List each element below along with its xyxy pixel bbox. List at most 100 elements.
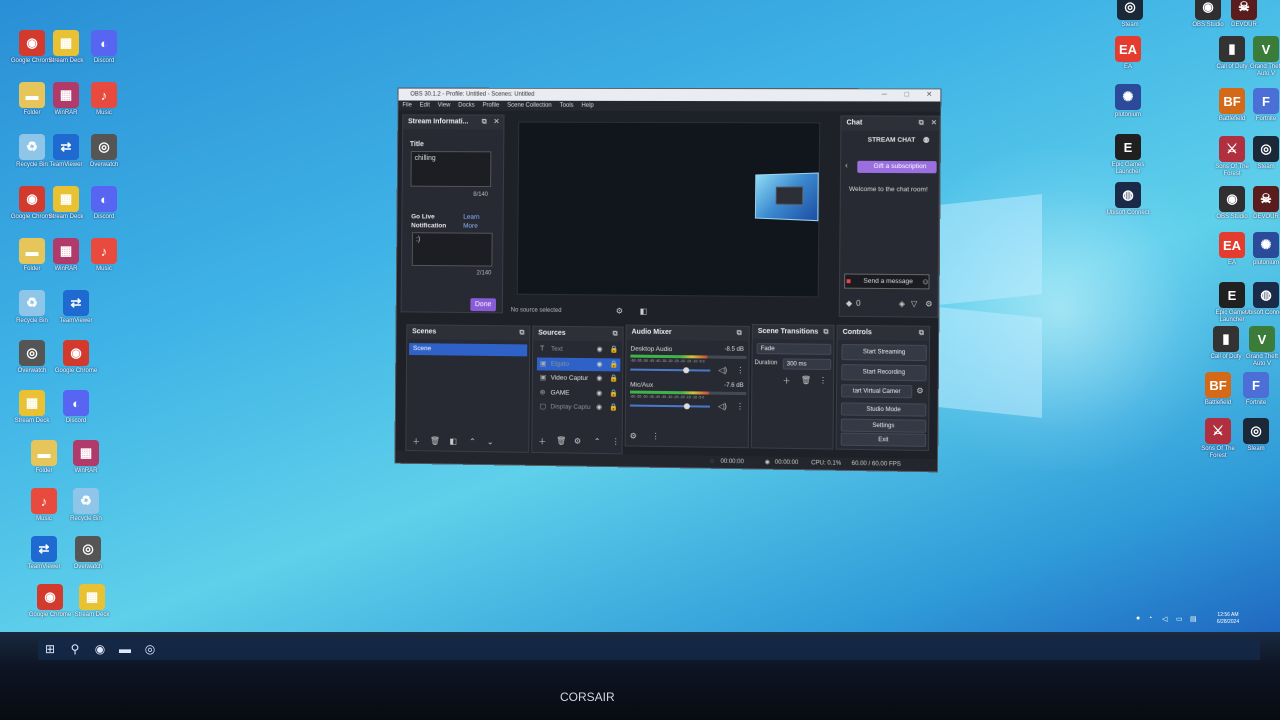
control-button-tart-virtual-camer[interactable]: tart Virtual Camer — [841, 384, 913, 399]
chat-settings-gear-icon[interactable]: ⚙ — [925, 299, 932, 308]
mic-icon[interactable]: ● — [1136, 615, 1140, 622]
wifi-icon[interactable]: ◔ — [1148, 615, 1152, 622]
desktop-icon[interactable]: ♻ Recycle Bin — [10, 290, 54, 325]
source-filters-icon[interactable]: ◧ — [640, 307, 648, 316]
control-button-studio-mode[interactable]: Studio Mode — [840, 402, 927, 417]
close-icon[interactable]: ✕ — [920, 89, 938, 101]
source-item[interactable]: ⊛ GAME ◉ 🔒 — [537, 386, 620, 400]
volume-slider[interactable] — [630, 368, 711, 372]
transition-menu-icon[interactable]: ⋮ — [819, 376, 827, 385]
eye-icon[interactable]: ◉ — [596, 372, 602, 385]
menu-profile[interactable]: Profile — [482, 103, 499, 109]
clock[interactable]: 12:56 AM 6/28/2024 — [1208, 612, 1248, 626]
bits-icon[interactable]: ◆ — [846, 299, 852, 308]
add-transition-icon[interactable]: ＋ — [783, 375, 791, 386]
desktop-icon[interactable]: ◐ Discord — [82, 30, 126, 65]
golive-notification-input[interactable]: :) — [411, 232, 493, 267]
undock-icon[interactable]: ⧉ — [823, 326, 828, 340]
virtual-camera-gear-icon[interactable]: ⚙ — [916, 386, 923, 395]
remove-scene-icon[interactable]: 🗑 — [430, 436, 440, 445]
desktop-icon[interactable]: ✺ plutonium — [1244, 232, 1280, 267]
desktop-icon[interactable]: ◎ Steam — [1234, 418, 1278, 453]
desktop-icon[interactable]: ♪ Music — [22, 488, 66, 523]
eye-icon[interactable]: ◉ — [597, 343, 603, 356]
desktop-icon[interactable]: ⇄ TeamViewer — [22, 536, 66, 571]
add-scene-icon[interactable]: ＋ — [412, 436, 420, 447]
scene-filters-icon[interactable]: ◧ — [449, 437, 457, 446]
program-preview[interactable] — [516, 121, 821, 298]
desktop-icon[interactable]: ◎ Steam — [1244, 136, 1280, 171]
desktop-icon[interactable]: ◐ Discord — [82, 186, 126, 221]
lock-icon[interactable]: 🔒 — [609, 358, 618, 371]
menu-tools[interactable]: Tools — [560, 103, 574, 109]
desktop-icon[interactable]: ◍ Ubisoft Connect — [1244, 282, 1280, 317]
transition-select[interactable]: Fade — [756, 343, 832, 355]
channel-menu-icon[interactable]: ⋮ — [736, 366, 744, 375]
move-up-icon[interactable]: ⌃ — [469, 437, 476, 446]
done-button[interactable]: Done — [470, 298, 497, 312]
menu-file[interactable]: File — [402, 102, 412, 108]
speaker-icon[interactable]: ◁) — [718, 402, 727, 411]
lock-icon[interactable]: 🔒 — [609, 387, 618, 400]
emote-icon[interactable]: ☺ — [921, 277, 929, 286]
menu-docks[interactable]: Docks — [458, 103, 474, 109]
desktop-icon[interactable]: ◎ Overwatch — [66, 536, 110, 571]
source-item[interactable]: T Text ◉ 🔒 — [537, 343, 620, 357]
chat-message-input[interactable]: Send a message — [844, 273, 930, 290]
chrome-icon[interactable]: ◉ — [92, 641, 108, 657]
desktop-icon[interactable]: ☠ DEVOUR — [1244, 186, 1280, 221]
desktop-icon[interactable]: ⇄ TeamViewer — [54, 290, 98, 325]
desktop-icon[interactable]: ✺ plutonium — [1106, 84, 1150, 119]
duration-input[interactable]: 300 ms — [782, 358, 832, 371]
lock-icon[interactable]: 🔒 — [609, 372, 618, 385]
source-settings-gear-icon[interactable]: ⚙ — [574, 437, 581, 446]
lock-icon[interactable]: 🔒 — [609, 401, 618, 414]
language-icon[interactable]: ▤ — [1190, 615, 1197, 623]
control-button-exit[interactable]: Exit — [840, 432, 927, 447]
source-item[interactable]: ▣ Elgato ◉ 🔒 — [536, 356, 621, 371]
desktop-icon[interactable]: ◎ Steam — [1108, 0, 1152, 29]
eye-icon[interactable]: ◉ — [596, 401, 602, 414]
undock-icon[interactable]: ⧉ — [919, 327, 924, 341]
volume-slider-knob[interactable] — [683, 367, 690, 374]
desktop-icon[interactable]: ◎ Overwatch — [82, 134, 126, 169]
control-button-settings[interactable]: Settings — [840, 418, 927, 433]
lock-icon[interactable]: 🔒 — [609, 343, 618, 356]
minimize-icon[interactable]: ─ — [875, 89, 893, 101]
desktop-icon[interactable]: ◍ Ubisoft Connect — [1106, 182, 1150, 217]
source-item[interactable]: ▢ Display Captu ◉ 🔒 — [537, 400, 620, 414]
desktop-icon[interactable]: ▦ Stream Deck — [10, 390, 54, 425]
desktop-icon[interactable]: F Fortnite — [1244, 88, 1280, 123]
desktop-icon[interactable]: ♪ Music — [82, 82, 126, 117]
desktop-icon[interactable]: ◎ Overwatch — [10, 340, 54, 375]
eye-icon[interactable]: ◉ — [596, 387, 602, 400]
close-dock-icon[interactable]: ✕ — [494, 116, 500, 130]
maximize-icon[interactable]: □ — [897, 89, 915, 101]
chat-back-chevron-icon[interactable]: ‹ — [845, 161, 848, 170]
filter-icon[interactable]: ▽ — [911, 299, 917, 308]
move-down-icon[interactable]: ⌄ — [487, 437, 494, 446]
desktop-icon[interactable]: ☠ DEVOUR — [1222, 0, 1266, 29]
desktop-icon[interactable]: ▦ Stream Deck — [70, 584, 114, 619]
control-button-start-streaming[interactable]: Start Streaming — [841, 343, 927, 362]
volume-slider[interactable] — [629, 404, 710, 408]
desktop-icon[interactable]: ◐ Discord — [54, 390, 98, 425]
undock-icon[interactable]: ⧉ — [737, 327, 742, 341]
remove-source-icon[interactable]: 🗑 — [556, 436, 566, 445]
volume-slider-knob[interactable] — [683, 403, 690, 410]
obs-icon[interactable]: ◎ — [142, 641, 158, 657]
mixer-menu-icon[interactable]: ⋮ — [652, 432, 660, 441]
menu-scene-collection[interactable]: Scene Collection — [507, 103, 552, 109]
search-icon[interactable]: ⚲ — [67, 641, 83, 657]
shield-icon[interactable]: ◈ — [899, 299, 905, 308]
desktop-icon[interactable]: E Epic Games Launcher — [1106, 134, 1150, 176]
channel-menu-icon[interactable]: ⋮ — [736, 402, 744, 411]
desktop-icon[interactable]: V Grand Theft Auto V — [1244, 36, 1280, 78]
control-button-start-recording[interactable]: Start Recording — [841, 364, 927, 382]
eye-icon[interactable]: ◉ — [596, 358, 602, 371]
stream-title-input[interactable]: chilling — [410, 151, 492, 188]
menu-view[interactable]: View — [438, 103, 451, 109]
menu-help[interactable]: Help — [581, 103, 593, 109]
source-item[interactable]: ▣ Video Captur ◉ 🔒 — [537, 371, 620, 385]
undock-icon[interactable]: ⧉ — [919, 117, 924, 131]
